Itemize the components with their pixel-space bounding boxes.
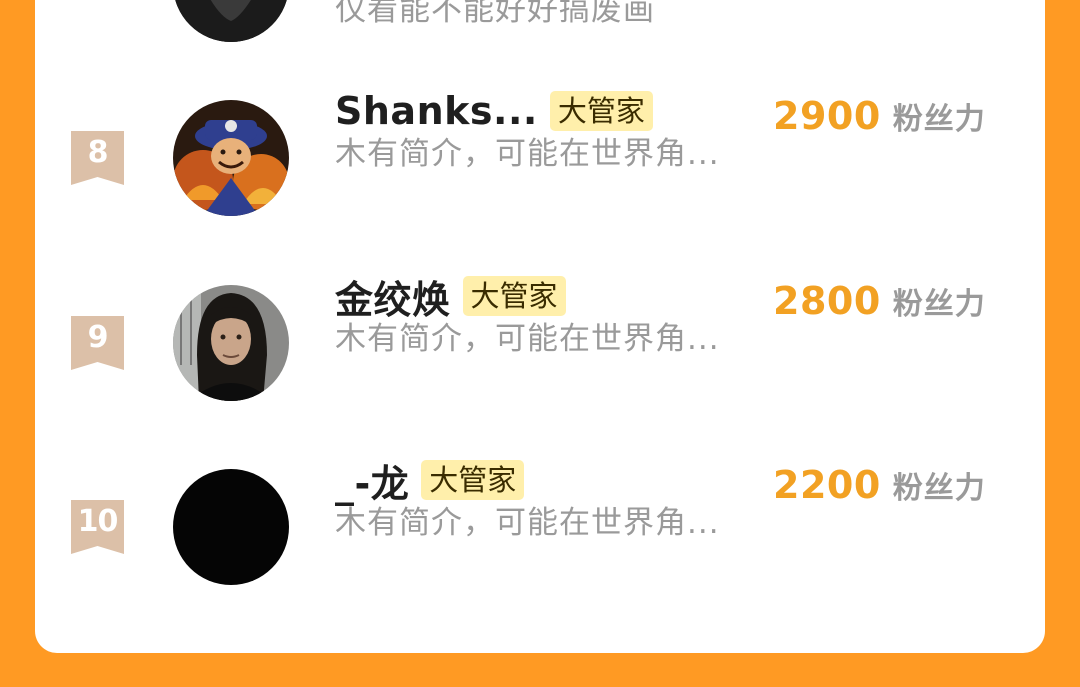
fan-power-value: 2800 [773,279,881,323]
user-intro: 木有简介，可能在世界角... [335,136,720,172]
role-badge: 大管家 [421,460,525,500]
rank-ribbon-icon: 9 [71,316,124,370]
rank-number: 9 [87,320,109,355]
role-badge: 大管家 [462,276,566,316]
rank-ribbon-icon: 8 [71,131,124,185]
fan-power-unit: 粉丝力 [892,471,986,506]
fan-power-unit: 粉丝力 [892,287,986,322]
rank-ribbon-icon: 10 [71,500,124,554]
fan-power-value: 2200 [773,463,881,507]
avatar[interactable] [173,0,289,42]
avatar[interactable] [173,469,289,585]
ranking-row[interactable]: 9 金绞焕 大管家 木有简介，可能在世界角... 2800 粉丝力 [35,273,1045,401]
ranking-row[interactable]: 8 Shanks... 大管家 木有简介，可能在世界角... 2900 粉丝力 [35,88,1045,216]
fan-power-value: 2900 [773,94,881,138]
user-intro: 木有简介，可能在世界角... [335,321,720,357]
fan-power: 2200 粉丝力 [773,463,986,507]
rank-number: 8 [87,135,109,170]
fan-power: 2800 粉丝力 [773,279,986,323]
user-intro: 木有简介，可能在世界角... [335,505,720,541]
ranking-card: 仅看能不能好好搞废画 8 Shanks... 大管家 木有简介，可能在世界角..… [35,0,1045,653]
fan-power: 2900 粉丝力 [773,94,986,138]
fan-power-unit: 粉丝力 [892,102,986,137]
role-badge: 大管家 [549,91,653,131]
user-intro: 仅看能不能好好搞废画 [335,0,655,28]
ranking-row[interactable]: 10 _-龙 大管家 木有简介，可能在世界角... 2200 粉丝力 [35,457,1045,585]
rank-number: 10 [77,504,119,539]
avatar[interactable] [173,100,289,216]
avatar[interactable] [173,285,289,401]
user-name[interactable]: Shanks... [335,89,538,133]
